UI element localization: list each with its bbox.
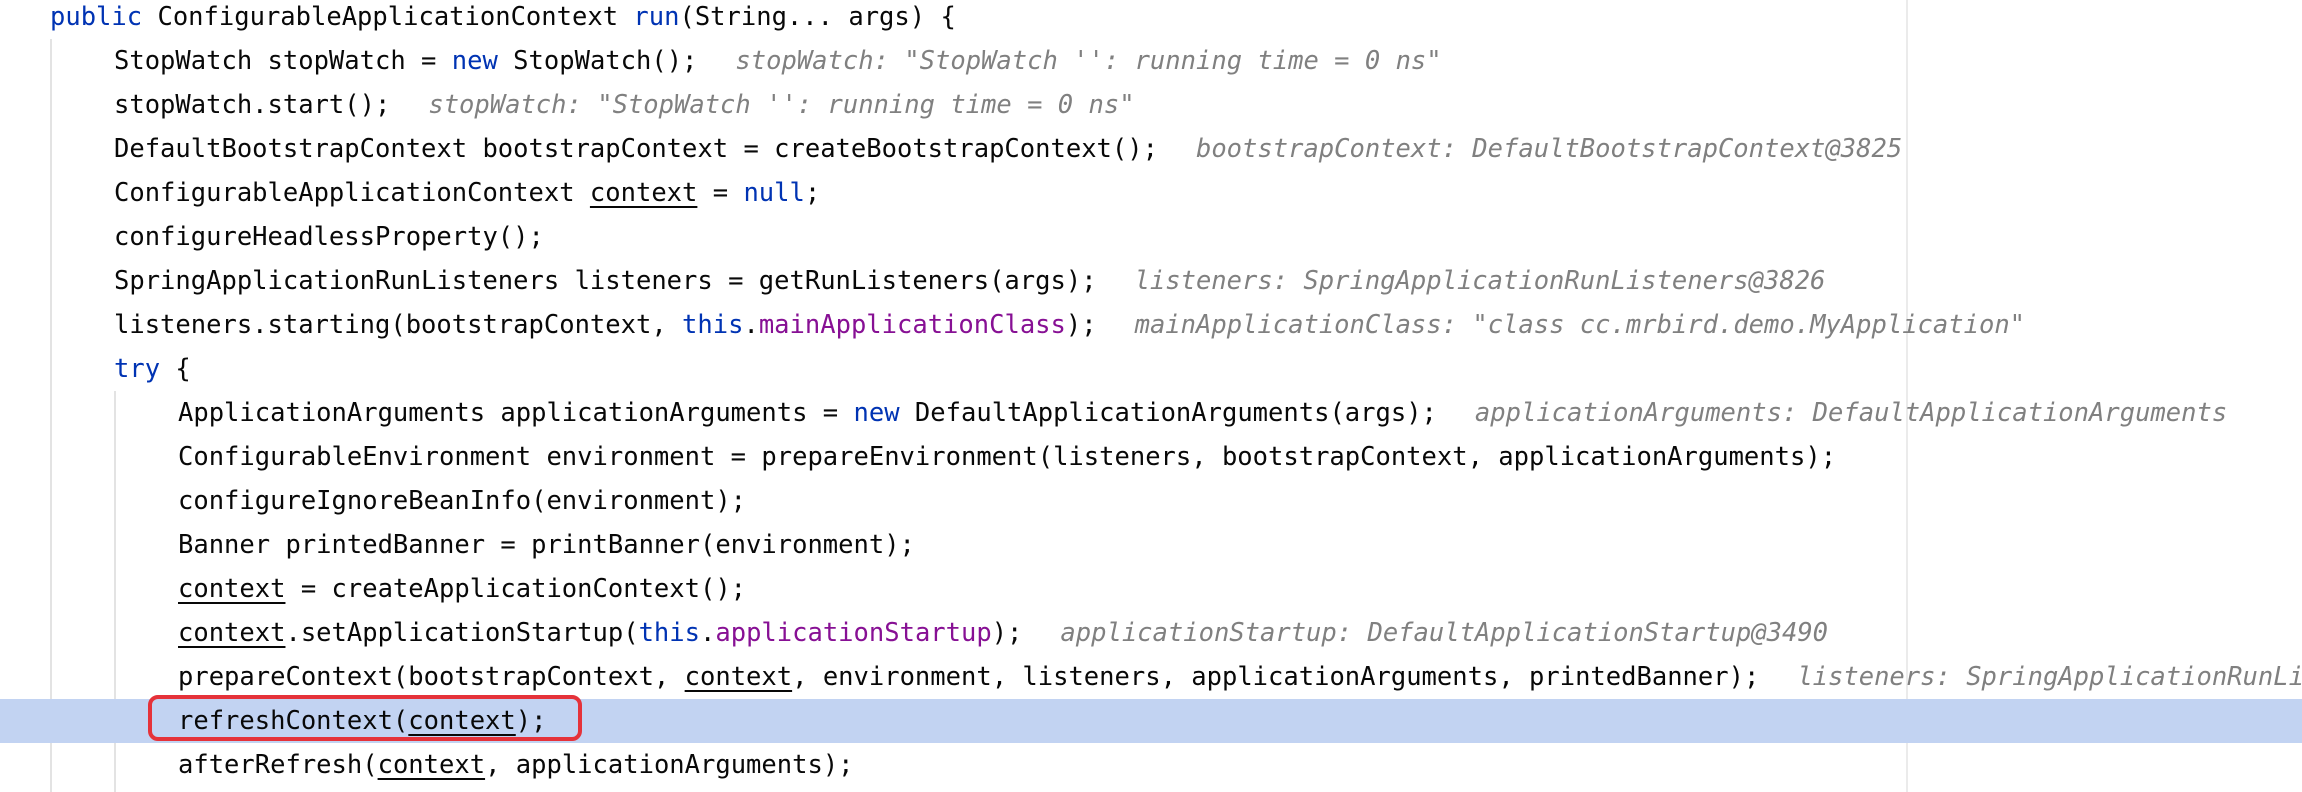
code-token: ); — [515, 706, 547, 736]
code-line[interactable]: prepareContext(bootstrapContext, context… — [0, 655, 2302, 699]
code-line[interactable]: Banner printedBanner = printBanner(envir… — [0, 523, 2302, 567]
code-line[interactable]: context.setApplicationStartup(this.appli… — [0, 611, 2302, 655]
code-line[interactable]: StopWatch stopWatch = new StopWatch(); st… — [0, 39, 2302, 83]
code-token: StopWatch(); — [497, 46, 698, 76]
keyword-token: this — [638, 618, 700, 648]
code-line-current[interactable]: refreshContext(context); — [0, 699, 2302, 743]
code-token: stopWatch.start(); — [114, 90, 391, 120]
code-token: StopWatch stopWatch = — [114, 46, 452, 76]
code-text: SpringApplicationRunListeners listeners … — [114, 259, 1825, 303]
code-text: configureHeadlessProperty(); — [114, 215, 544, 259]
code-text: listeners.starting(bootstrapContext, thi… — [114, 303, 2025, 347]
code-text: Banner printedBanner = printBanner(envir… — [178, 523, 915, 567]
code-text: public ConfigurableApplicationContext ru… — [50, 0, 956, 39]
code-token: . — [743, 310, 759, 340]
code-token: ConfigurableEnvironment environment = pr… — [178, 442, 1837, 472]
code-line[interactable]: ConfigurableEnvironment environment = pr… — [0, 435, 2302, 479]
keyword-token: new — [853, 398, 900, 428]
code-line[interactable]: listeners.starting(bootstrapContext, thi… — [0, 303, 2302, 347]
code-token: { — [160, 354, 191, 384]
keyword-token: try — [114, 354, 161, 384]
code-line[interactable]: public ConfigurableApplicationContext ru… — [0, 0, 2302, 39]
code-token: SpringApplicationRunListeners listeners … — [114, 266, 1097, 296]
code-editor[interactable]: public ConfigurableApplicationContext ru… — [0, 0, 2302, 792]
debug-inline-value-hint: stopWatch: "StopWatch '': running time =… — [428, 90, 1135, 120]
code-token: ; — [804, 178, 821, 208]
reassigned-variable-token: context — [684, 662, 793, 692]
code-token: , environment, listeners, applicationArg… — [792, 662, 1760, 692]
keyword-token: this — [682, 310, 744, 340]
code-text: context.setApplicationStartup(this.appli… — [178, 611, 1828, 655]
code-line[interactable]: ConfigurableApplicationContext context =… — [0, 171, 2302, 215]
code-token: , applicationArguments); — [485, 750, 854, 780]
code-token: = createApplicationContext(); — [285, 574, 747, 604]
code-line[interactable]: ApplicationArguments applicationArgument… — [0, 391, 2302, 435]
code-token: ); — [991, 618, 1023, 648]
code-text: stopWatch.start(); stopWatch: "StopWatch … — [114, 83, 1135, 127]
code-text: DefaultBootstrapContext bootstrapContext… — [114, 127, 1902, 171]
code-token: prepareContext(bootstrapContext, — [178, 662, 685, 692]
code-line[interactable]: SpringApplicationRunListeners listeners … — [0, 259, 2302, 303]
code-text: prepareContext(bootstrapContext, context… — [178, 655, 2302, 699]
debug-inline-value-hint: listeners: SpringApplicationRunListeners — [1797, 662, 2302, 692]
code-token: .setApplicationStartup( — [285, 618, 639, 648]
debug-inline-value-hint: mainApplicationClass: "class cc.mrbird.d… — [1134, 310, 2026, 340]
debug-inline-value-hint: listeners: SpringApplicationRunListeners… — [1134, 266, 1826, 296]
keyword-token: null — [743, 178, 805, 208]
code-line[interactable]: stopWatch.start(); stopWatch: "StopWatch … — [0, 83, 2302, 127]
reassigned-variable-token: context — [377, 750, 486, 780]
field-token: applicationStartup — [715, 618, 992, 648]
code-token: refreshContext( — [178, 706, 409, 736]
reassigned-variable-token: context — [408, 706, 516, 736]
code-line[interactable]: afterRefresh(context, applicationArgumen… — [0, 743, 2302, 787]
code-token: ConfigurableApplicationContext — [114, 178, 590, 208]
code-text: try { — [114, 347, 191, 391]
code-line[interactable]: context = createApplicationContext(); — [0, 567, 2302, 611]
debug-inline-value-hint: bootstrapContext: DefaultBootstrapContex… — [1195, 134, 1903, 164]
code-line[interactable]: configureHeadlessProperty(); — [0, 215, 2302, 259]
keyword-token: run — [633, 2, 680, 32]
code-token: = — [697, 178, 744, 208]
code-line[interactable]: configureIgnoreBeanInfo(environment); — [0, 479, 2302, 523]
debug-inline-value-hint: stopWatch: "StopWatch '': running time =… — [735, 46, 1442, 76]
reassigned-variable-token: context — [589, 178, 698, 208]
code-token: (String... args) { — [679, 2, 956, 32]
code-token: ApplicationArguments applicationArgument… — [178, 398, 854, 428]
code-text: StopWatch stopWatch = new StopWatch(); st… — [114, 39, 1442, 83]
code-text: context = createApplicationContext(); — [178, 567, 746, 611]
debug-inline-value-hint: applicationStartup: DefaultApplicationSt… — [1060, 618, 1829, 648]
code-token: ConfigurableApplicationContext — [142, 2, 634, 32]
code-text: afterRefresh(context, applicationArgumen… — [178, 743, 854, 787]
keyword-token: new — [451, 46, 498, 76]
code-token: ); — [1065, 310, 1097, 340]
debug-inline-value-hint: applicationArguments: DefaultApplication… — [1474, 398, 2228, 428]
code-text: ApplicationArguments applicationArgument… — [178, 391, 2227, 435]
code-token: DefaultApplicationArguments(args); — [899, 398, 1437, 428]
code-line[interactable]: DefaultBootstrapContext bootstrapContext… — [0, 127, 2302, 171]
code-text: ConfigurableApplicationContext context =… — [114, 171, 820, 215]
code-token: . — [700, 618, 716, 648]
code-token: listeners.starting(bootstrapContext, — [114, 310, 683, 340]
code-text: refreshContext(context); — [178, 699, 546, 743]
reassigned-variable-token: context — [178, 574, 286, 604]
code-token: Banner printedBanner = printBanner(envir… — [178, 530, 915, 560]
keyword-token: public — [50, 2, 143, 32]
code-token: afterRefresh( — [178, 750, 378, 780]
code-token: configureHeadlessProperty(); — [114, 222, 544, 252]
reassigned-variable-token: context — [178, 618, 286, 648]
code-token: DefaultBootstrapContext bootstrapContext… — [114, 134, 1158, 164]
code-line[interactable]: try { — [0, 347, 2302, 391]
code-text: configureIgnoreBeanInfo(environment); — [178, 479, 746, 523]
code-token: configureIgnoreBeanInfo(environment); — [178, 486, 747, 516]
code-text: ConfigurableEnvironment environment = pr… — [178, 435, 1836, 479]
field-token: mainApplicationClass — [758, 310, 1066, 340]
